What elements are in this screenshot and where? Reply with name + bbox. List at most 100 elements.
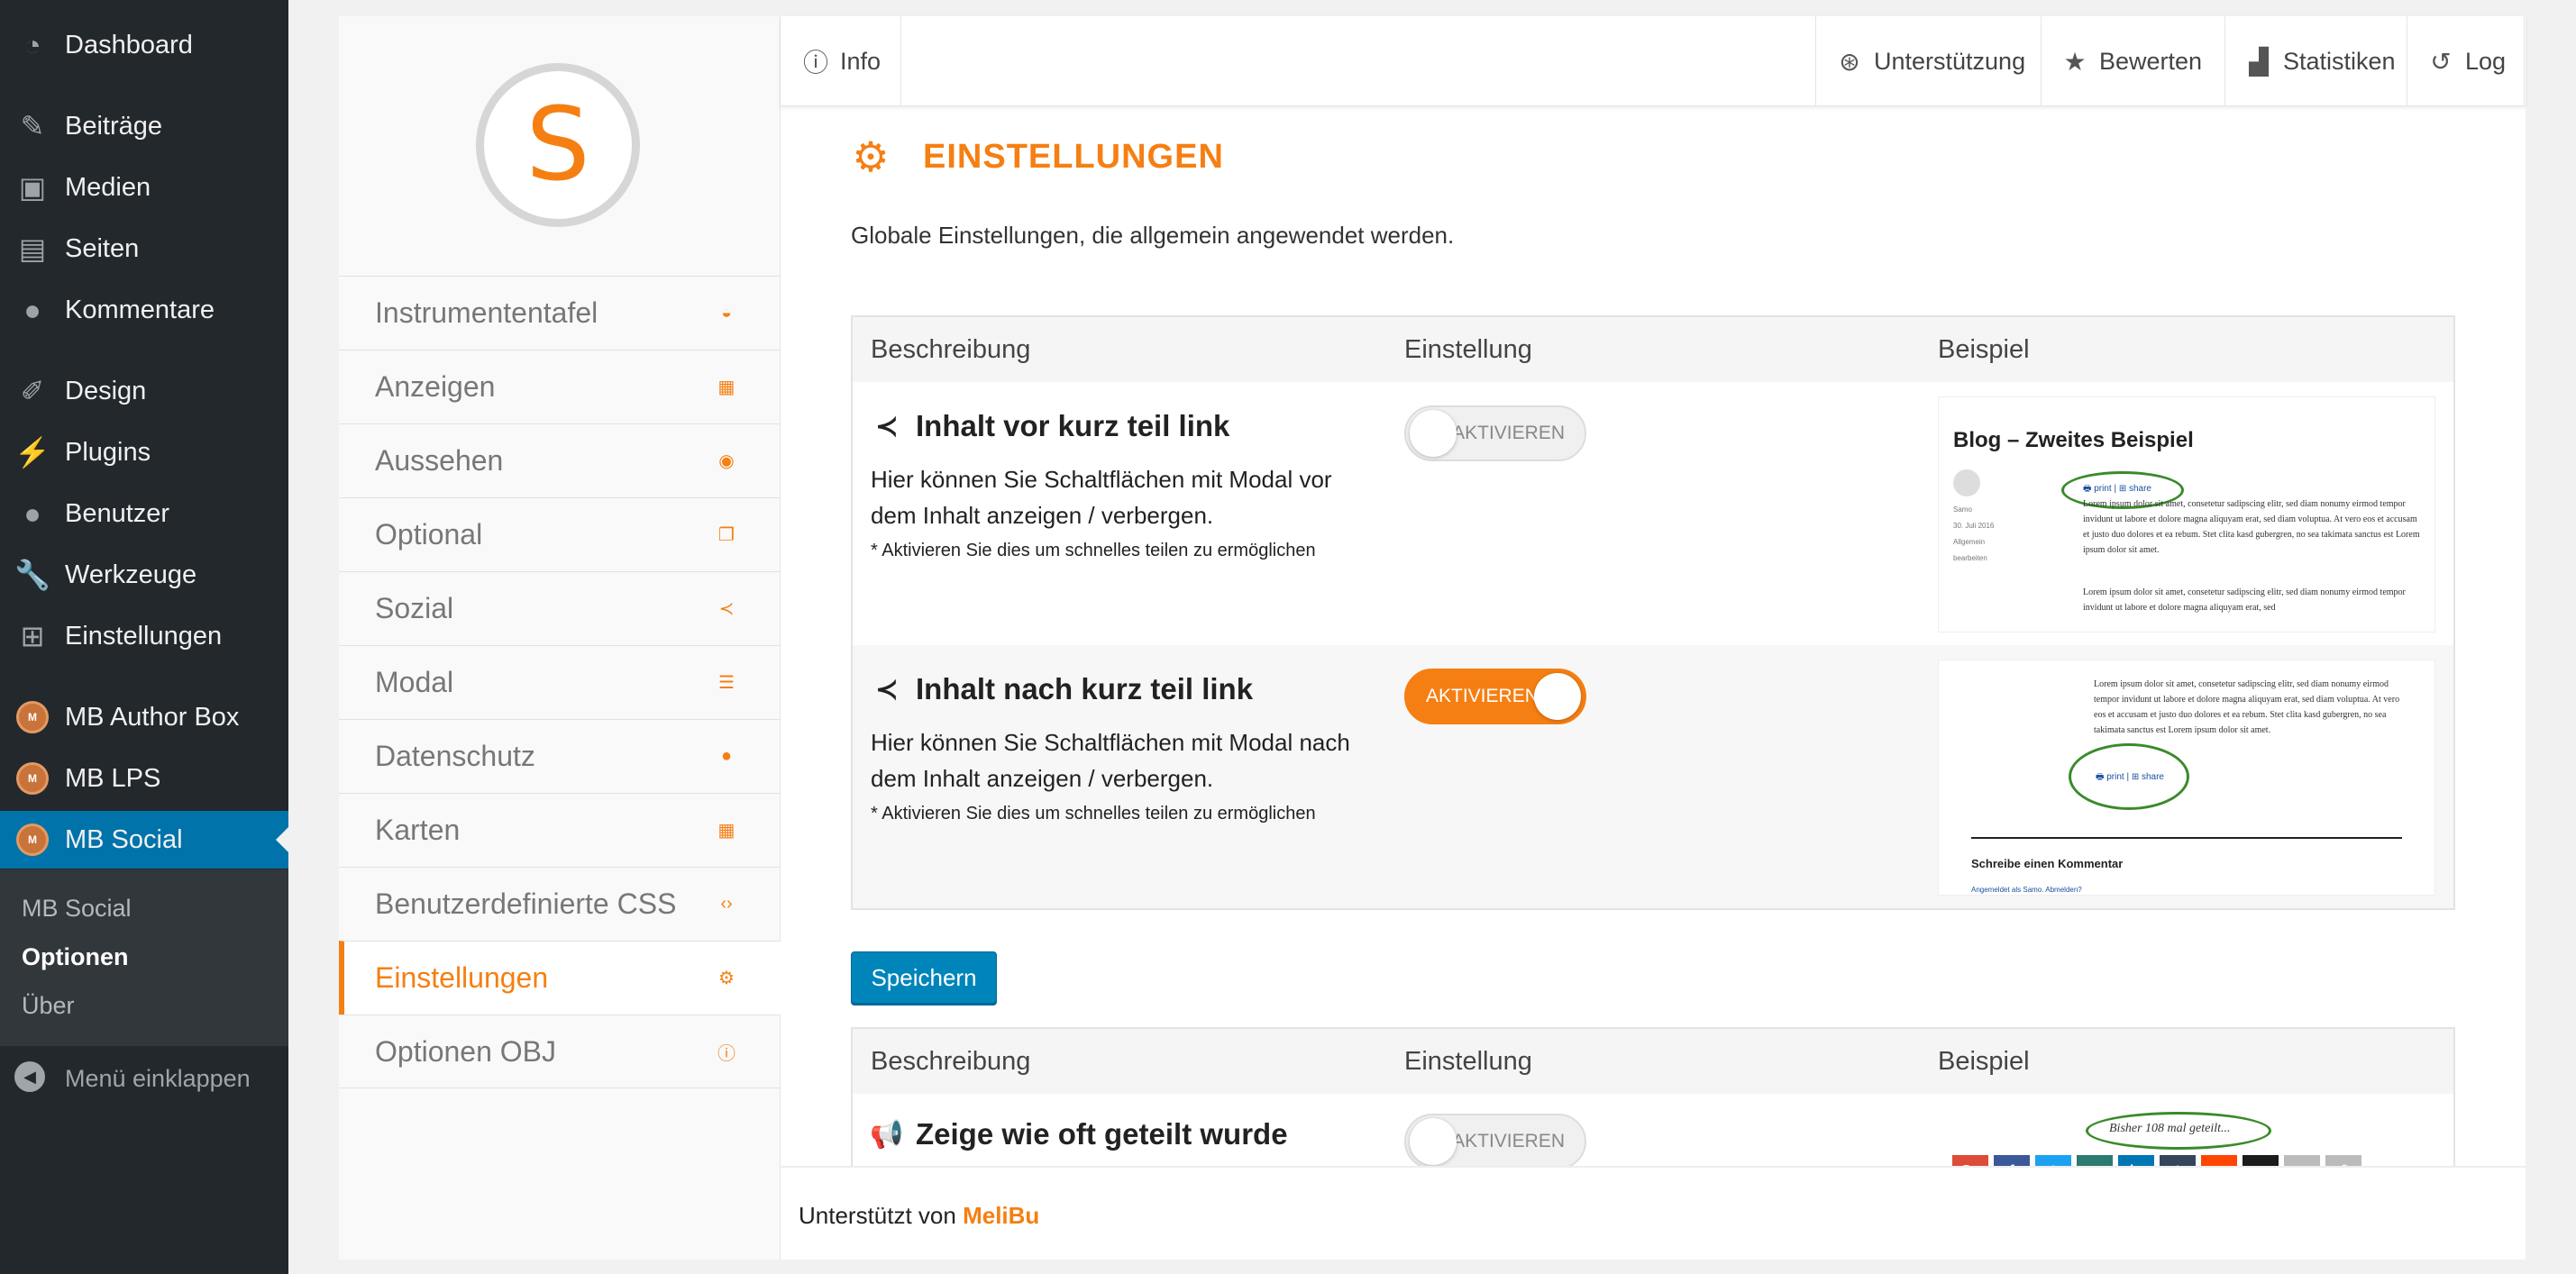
- dashboard-icon: ◒: [720, 302, 733, 323]
- menu-item-dashboard[interactable]: ◔ Dashboard: [0, 16, 288, 74]
- brush-icon: ✐: [20, 375, 45, 407]
- media-icon: ▣: [18, 171, 47, 204]
- digg-share-icon: digg: [2243, 1155, 2279, 1166]
- print-share-icon: ⎙: [2325, 1155, 2361, 1166]
- menu-item-pages[interactable]: ▤ Seiten: [0, 220, 288, 278]
- copy-icon: ❐: [718, 524, 735, 545]
- reddit-share-icon: r: [2201, 1155, 2237, 1166]
- admin-sidebar: ◔ Dashboard ✎ Beiträge ▣ Medien ▤ Seiten ● Ko…: [0, 0, 288, 1274]
- table-row: ≺ Inhalt nach kurz teil link Hier können …: [853, 645, 2453, 908]
- toggle-content-after[interactable]: AKTIVIEREN: [1404, 669, 1586, 724]
- menu-item-tools[interactable]: 🔧 Werkzeuge: [0, 546, 288, 604]
- info-icon: ⓘ: [717, 1043, 735, 1064]
- toggle-share-count[interactable]: AKTIVIEREN: [1404, 1114, 1586, 1166]
- log-tab[interactable]: ↺ Log: [2407, 16, 2526, 106]
- submenu-ueber[interactable]: Über: [22, 992, 75, 1020]
- footer: Unterstützt von MeliBu: [781, 1166, 2526, 1260]
- toggle-content-before[interactable]: AKTIVIEREN: [1404, 405, 1586, 461]
- mb-logo-icon: M: [16, 824, 49, 856]
- collapse-arrow-icon: ◀: [14, 1061, 45, 1092]
- dashboard-icon: ◔: [23, 28, 41, 61]
- plugin-nav-aussehen[interactable]: Aussehen ◉: [339, 423, 781, 497]
- mail-share-icon: ✉: [2284, 1155, 2320, 1166]
- bar-chart-icon: ▟: [2249, 47, 2269, 76]
- gear-icon: ⚙: [718, 968, 735, 988]
- plugin-nav-modal[interactable]: Modal ☰: [339, 645, 781, 719]
- toggle-knob: [1410, 410, 1457, 457]
- facebook-share-icon: f: [1994, 1155, 2030, 1166]
- page-title: EINSTELLUNGEN: [923, 137, 1224, 176]
- highlight-oval: [2069, 743, 2189, 810]
- rate-tab[interactable]: ★ Bewerten: [2041, 16, 2220, 106]
- menu-item-posts[interactable]: ✎ Beiträge: [0, 97, 288, 155]
- plugin-nav-datenschutz[interactable]: Datenschutz ●: [339, 719, 781, 793]
- plugin-icon: ⚡: [14, 436, 50, 469]
- table-row: 📢 Zeige wie oft geteilt wurde AKTIVIEREN …: [853, 1094, 2453, 1166]
- history-icon: ↺: [2430, 47, 2452, 76]
- info-tab[interactable]: ⓘ Info: [781, 16, 902, 106]
- pin-icon: ✎: [20, 110, 45, 142]
- grid-icon: ▦: [717, 377, 735, 397]
- submenu-mb-social[interactable]: MB Social: [22, 895, 132, 923]
- plugin-nav-optionen-obj[interactable]: Optionen OBJ ⓘ: [339, 1015, 781, 1088]
- plugin-nav-instrumententafel[interactable]: Instrumententafel ◒: [339, 276, 781, 350]
- submenu-optionen[interactable]: Optionen: [22, 943, 128, 971]
- plugin-nav-karten[interactable]: Karten ▦: [339, 793, 781, 867]
- example-preview: Blog – Zweites Beispiel Samo 30. Juli 201…: [1938, 396, 2435, 632]
- section-description: Globale Einstellungen, die allgemein ang…: [851, 222, 1455, 249]
- menu-item-mb-lps[interactable]: M MB LPS: [0, 750, 288, 807]
- wrench-icon: 🔧: [14, 559, 50, 591]
- section-header: ⚙ EINSTELLUNGEN: [851, 133, 1224, 180]
- example-preview: Lorem ipsum dolor sit amet, consetetur s…: [1938, 660, 2435, 896]
- pages-icon: ▤: [18, 232, 47, 265]
- main-panel: ⓘ Info ⊛ Unterstützung ★ Bewerten ▟ Statisti…: [781, 16, 2526, 1260]
- eye-icon: ◉: [718, 450, 735, 471]
- mb-logo-icon: M: [16, 701, 49, 733]
- toggle-knob: [1534, 673, 1581, 720]
- tumblr-share-icon: t: [2160, 1155, 2196, 1166]
- top-toolbar: ⓘ Info ⊛ Unterstützung ★ Bewerten ▟ Statisti…: [781, 16, 2526, 106]
- plugin-nav-anzeigen[interactable]: Anzeigen ▦: [339, 350, 781, 423]
- menu-item-users[interactable]: ● Benutzer: [0, 485, 288, 542]
- plugin-logo: S: [476, 63, 640, 227]
- share-icon: ≺: [875, 411, 899, 441]
- menu-item-settings[interactable]: ⊞ Einstellungen: [0, 607, 288, 665]
- table-row: ≺ Inhalt vor kurz teil link Hier können S…: [853, 382, 2453, 645]
- mb-social-submenu: MB Social Optionen Über: [0, 869, 288, 1046]
- star-icon: ★: [2063, 47, 2087, 76]
- plugin-nav-sozial[interactable]: Sozial ≺: [339, 571, 781, 645]
- melibu-link[interactable]: MeliBu: [963, 1202, 1039, 1229]
- save-button[interactable]: Speichern: [851, 951, 997, 1004]
- linkedin-share-icon: in: [2118, 1155, 2154, 1166]
- menu-item-design[interactable]: ✐ Design: [0, 362, 288, 420]
- table-icon: ▦: [717, 820, 735, 841]
- menu-item-media[interactable]: ▣ Medien: [0, 159, 288, 216]
- menu-item-comments[interactable]: ● Kommentare: [0, 281, 288, 339]
- collapse-menu-button[interactable]: ◀ Menü einklappen: [0, 1052, 288, 1106]
- info-icon: ⓘ: [802, 49, 828, 77]
- mb-logo-icon: M: [16, 762, 49, 795]
- xing-share-icon: x: [2077, 1155, 2113, 1166]
- plugin-sidebar: S Instrumententafel ◒ Anzeigen ▦ Aussehen ◉…: [339, 16, 781, 1260]
- megaphone-icon: 📢: [870, 1119, 904, 1150]
- code-icon: ‹›: [720, 893, 733, 914]
- example-preview: Bisher 108 mal geteilt... G+ f t x in t …: [1938, 1099, 2435, 1166]
- user-icon: ●: [23, 496, 41, 530]
- share-buttons-row: G+ f t x in t r digg ✉ ⎙: [1952, 1155, 2361, 1166]
- avatar: [1953, 469, 1980, 496]
- plugin-nav-optional[interactable]: Optional ❐: [339, 497, 781, 571]
- share-icon: ≺: [875, 674, 899, 705]
- stats-tab[interactable]: ▟ Statistiken: [2224, 16, 2414, 106]
- menu-item-mb-author-box[interactable]: M MB Author Box: [0, 688, 288, 746]
- lifebuoy-icon: ⊛: [1839, 47, 1860, 76]
- plugin-nav-css[interactable]: Benutzerdefinierte CSS ‹›: [339, 867, 781, 941]
- menu-item-plugins[interactable]: ⚡ Plugins: [0, 423, 288, 481]
- settings-icon: ⊞: [20, 620, 45, 652]
- googleplus-share-icon: G+: [1952, 1155, 1988, 1166]
- comments-icon: ●: [23, 293, 41, 326]
- plugin-nav-einstellungen[interactable]: Einstellungen ⚙: [339, 941, 781, 1015]
- user-icon: ●: [720, 745, 733, 766]
- menu-item-mb-social[interactable]: M MB Social: [0, 811, 288, 869]
- twitter-share-icon: t: [2035, 1155, 2071, 1166]
- support-tab[interactable]: ⊛ Unterstützung: [1815, 16, 2043, 106]
